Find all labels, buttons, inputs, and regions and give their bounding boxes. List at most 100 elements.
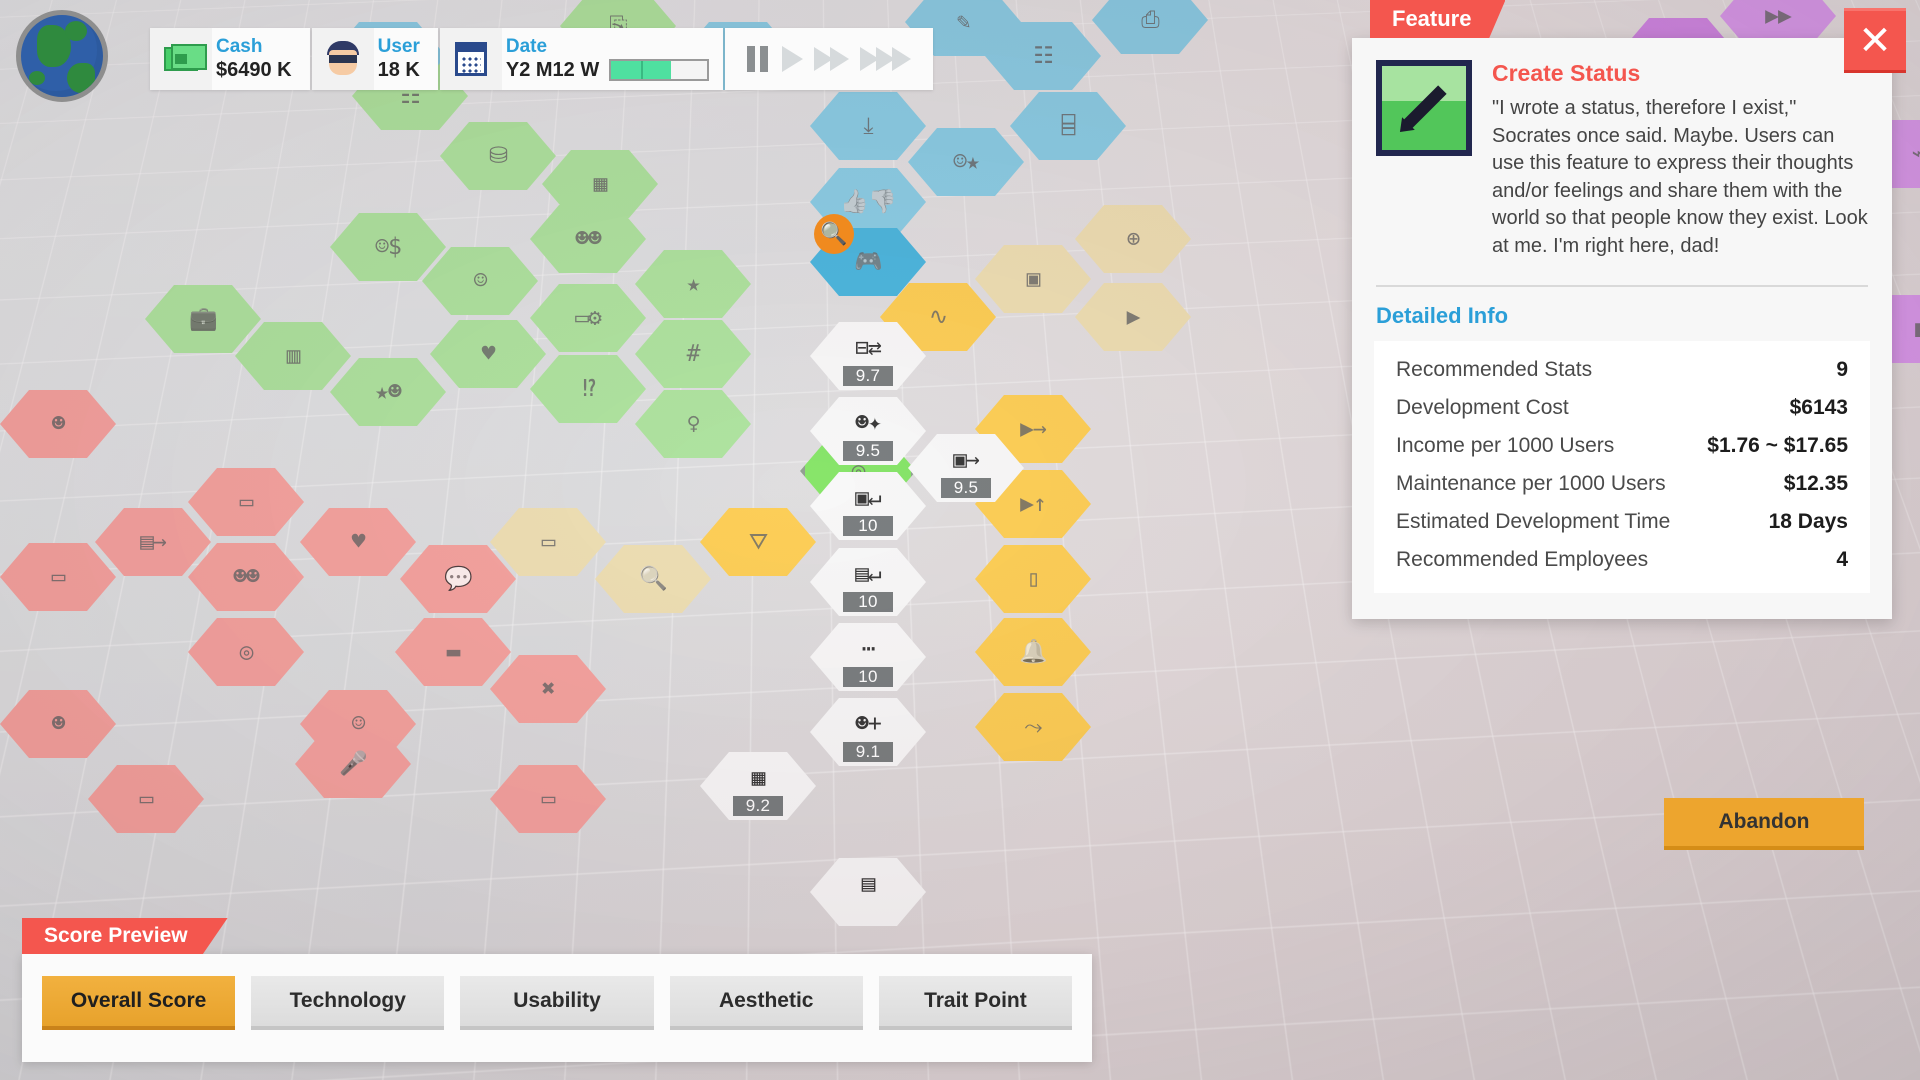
user-label: User [377,36,420,58]
detail-row: Estimated Development Time 18 Days [1396,503,1848,541]
date-panel: Date Y2 M12 W [439,28,724,90]
user-icon: ☻ [51,410,66,437]
sitemap-icon: ⛛ [748,528,768,555]
bell-icon: 🔔 [1019,638,1048,665]
feature-description: "I wrote a status, therefore I exist," S… [1492,97,1868,257]
score-tab-usability[interactable]: Usability [460,976,654,1026]
pencil-create-icon [1376,60,1472,156]
score-tab-technology[interactable]: Technology [251,976,445,1026]
camera-reply-icon: ▣↵ [855,484,882,511]
briefcase-icon: 💼 [189,305,218,332]
calendar-icon [439,28,502,90]
list-icon: ▤ [861,870,876,897]
detail-value: 18 Days [1768,509,1848,533]
magnifier-icon: 🔍 [814,214,854,254]
feature-title: Create Status [1492,60,1641,86]
chat-dots-icon: ⋯ [861,635,876,662]
tile-score-badge: 9.2 [733,796,783,816]
detail-value: $6143 [1789,395,1848,419]
target-frame-icon: ⊕ [1126,225,1141,252]
detail-label: Estimated Development Time [1396,509,1671,533]
tile-score-badge: 9.5 [941,478,991,498]
star-chat-icon: ★ [686,270,701,297]
microphone-icon: 🎤 [339,750,368,777]
fast-forward-icon[interactable] [814,47,850,71]
activity-icon: ∿ [928,303,948,330]
clipboard-icon: ⎙ [1141,6,1159,33]
download-icon: ⤓ [863,112,873,139]
search-icon: 🔍 [639,565,668,592]
user-pay-icon: ☺$ [375,233,402,260]
detail-label: Maintenance per 1000 Users [1396,471,1666,495]
tile-score-badge: 10 [843,667,893,687]
face-scan-icon: ☻ [51,710,66,737]
add-user-icon: ☻+ [855,710,882,737]
detail-label: Recommended Employees [1396,547,1649,571]
selected-tile-cursor: 🔍 [814,214,854,254]
keyboard2-icon: ▬ [446,638,461,665]
tile2-icon: ▭ [541,785,556,812]
database-icon: ⛁ [488,142,508,169]
building-icon: ▥ [286,342,301,369]
globe-icon[interactable] [16,10,108,102]
user-face-icon [311,28,374,90]
chat-bubble-icon: ▭ [541,528,556,555]
detail-row: Development Cost $6143 [1396,389,1848,427]
camera-send-icon: ▣→ [953,446,980,473]
smiley-icon: ☺ [473,267,488,294]
video-send-icon: ▶→ [1020,415,1047,442]
score-preview-panel: Score Preview Overall Score Technology Usa… [22,918,1092,1062]
pause-icon[interactable] [747,46,769,72]
speed-controls [725,28,934,90]
score-tab-overall-score[interactable]: Overall Score [42,976,236,1026]
score-tab-aesthetic[interactable]: Aesthetic [669,976,863,1026]
friends-icon: ★☻ [375,378,402,405]
avatar-icon: ◎ [239,638,254,665]
close-icon[interactable]: ✕ [1844,8,1906,70]
two-users-icon: ☻☻ [233,563,260,590]
media-gear-icon: ▭⚙ [575,304,602,331]
user-star-icon: ☺★ [953,148,980,175]
users-net-icon: ☷ [1033,42,1054,69]
score-tab-trait-point[interactable]: Trait Point [878,976,1073,1026]
video-icon: ▭ [239,488,254,515]
date-value: Y2 M12 W [505,58,600,81]
money-icon [150,28,212,90]
mobile-icon: ▯ [1026,565,1041,592]
fastest-forward-icon[interactable] [860,47,912,71]
user-badge-icon: ☻✦ [855,409,882,436]
group-icon: ☻☻ [575,225,602,252]
detail-row: Income per 1000 Users $1.76 ~ $17.65 [1396,427,1848,465]
qr-user-icon: ▦ [751,764,766,791]
delete-chat-icon: ✖ [541,675,556,702]
cash-panel: Cash $6490 K [150,28,310,90]
feature-panel: Feature Create Status "I wrote a status,… [1352,0,1892,619]
abandon-button[interactable]: Abandon [1664,798,1864,846]
user-value: 18 K [377,58,420,81]
layout-swap-icon: ⊟⇄ [855,334,882,361]
video-frame-icon: ▶ [1126,303,1141,330]
top-hud: Cash $6490 K User 18 K Date Y2 M12 W [150,28,934,90]
detail-value: $12.35 [1783,471,1848,495]
detail-row: Recommended Stats 9 [1396,351,1848,389]
comments-icon: 💬 [444,565,473,592]
tile-score-badge: 10 [843,516,893,536]
tile-score-badge: 9.7 [843,366,893,386]
cash-label: Cash [216,36,263,58]
detail-value: $1.76 ~ $17.65 [1707,433,1848,457]
game-screen: ◎⎘☷⛁▦☺$☻☻☺★▭⚙💼▥♥#★☻⁉♀✎⎙▤☷⌨⤓⌸☺★👍👎🎮🔍☻▭▤→♥▭… [0,0,1920,1080]
tile-score-badge: 9.5 [843,441,893,461]
abandon-label: Abandon [1718,810,1810,833]
cash-value: $6490 K [216,58,292,81]
alert-chat-icon: ⁉ [581,375,596,402]
playlist-icon: ▶▶ [1765,2,1792,29]
detail-label: Income per 1000 Users [1396,433,1615,457]
play-icon[interactable] [782,46,804,72]
week-progress-bar [609,58,710,81]
detail-row: Maintenance per 1000 Users $12.35 [1396,465,1848,503]
thumbs-icon: 👍👎 [840,188,896,215]
close-label: ✕ [1858,17,1892,64]
score-preview-tab: Score Preview [22,918,228,954]
network-icon: ⌸ [1061,112,1076,139]
score-tab-list: Overall Score Technology Usability Aestheti… [22,954,1092,1048]
